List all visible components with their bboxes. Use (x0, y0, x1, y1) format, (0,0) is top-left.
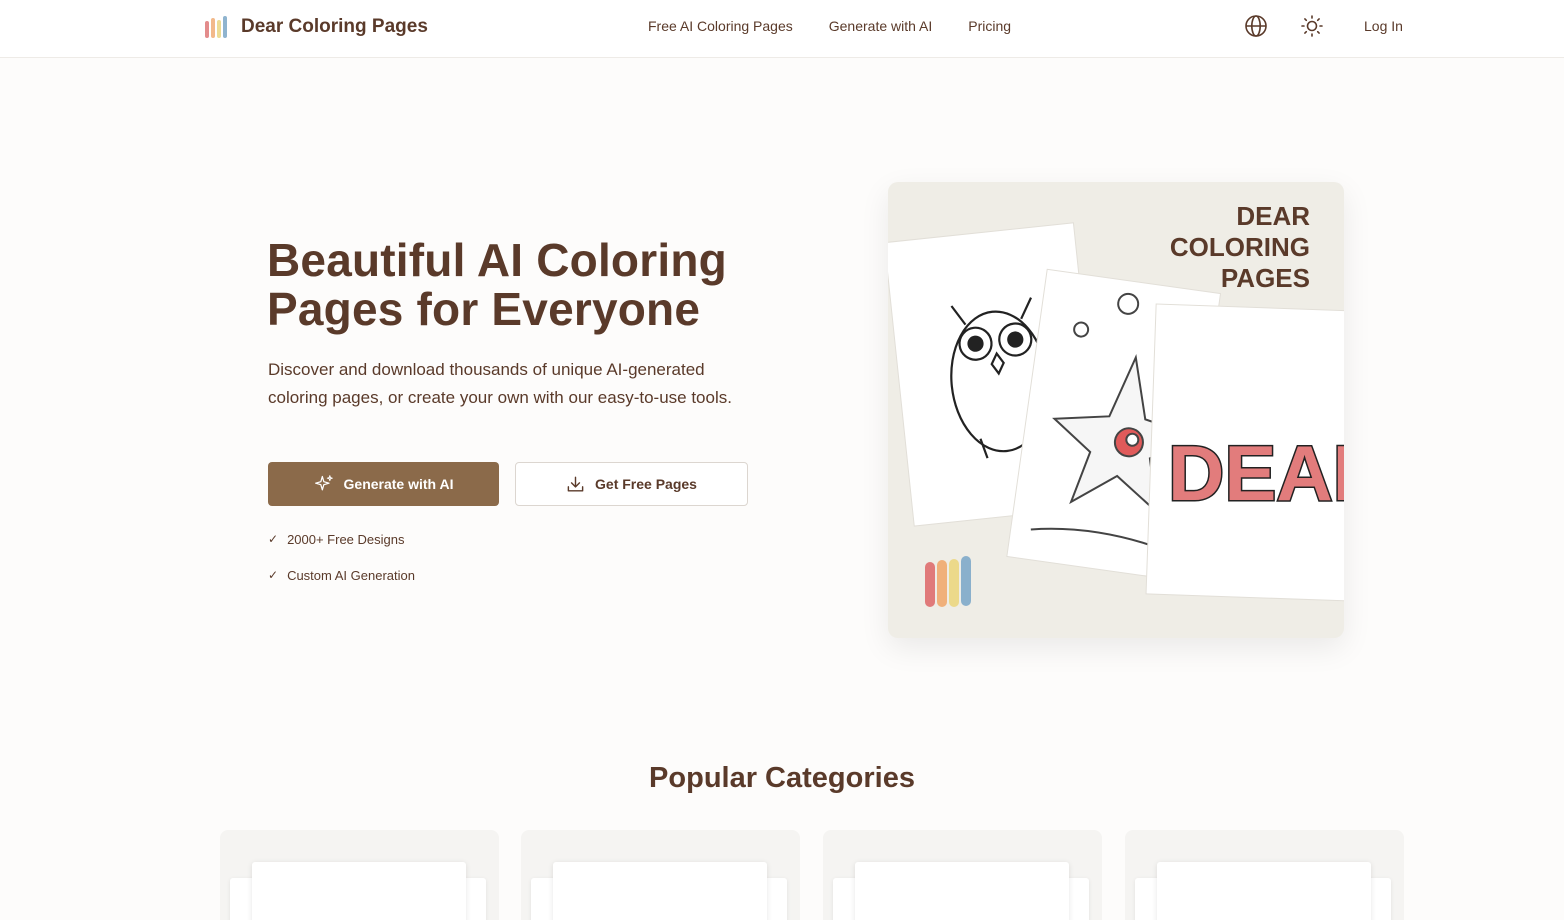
download-icon (567, 476, 584, 492)
brand-name: Dear Coloring Pages (241, 16, 428, 37)
nav-pricing[interactable]: Pricing (968, 18, 1011, 34)
check-icon: ✓ (268, 532, 279, 546)
check-icon: ✓ (268, 568, 279, 582)
collage-big-word: DEAR (1168, 429, 1344, 517)
get-free-pages-button[interactable]: Get Free Pages (515, 462, 748, 506)
globe-icon[interactable] (1244, 14, 1268, 38)
feature-label: 2000+ Free Designs (287, 532, 405, 547)
site-header: Dear Coloring Pages Free AI Coloring Pag… (0, 0, 1564, 58)
category-card[interactable] (521, 830, 800, 920)
collage-line3: PAGES (1221, 263, 1310, 293)
paper-front (855, 862, 1069, 920)
brand-logo[interactable]: Dear Coloring Pages (205, 14, 428, 40)
main-nav: Free AI Coloring Pages Generate with AI … (648, 18, 1011, 34)
sparkles-icon (314, 475, 333, 491)
paper-front (553, 862, 767, 920)
feature-item: ✓ 2000+ Free Designs (268, 532, 405, 547)
generate-with-ai-label: Generate with AI (343, 476, 454, 492)
hero-title: Beautiful AI Coloring Pages for Everyone (267, 234, 727, 335)
get-free-pages-label: Get Free Pages (595, 476, 697, 492)
categories-title: Popular Categories (649, 762, 915, 794)
feature-label: Custom AI Generation (287, 568, 415, 583)
hero-illustration: DEAR COLORING PAGES DEAR (888, 182, 1344, 638)
category-card[interactable] (1125, 830, 1404, 920)
feature-item: ✓ Custom AI Generation (268, 568, 415, 583)
login-link[interactable]: Log In (1364, 18, 1403, 34)
nav-free-coloring-pages[interactable]: Free AI Coloring Pages (648, 18, 793, 34)
sun-icon[interactable] (1300, 14, 1324, 38)
category-card[interactable] (823, 830, 1102, 920)
collage-line1: DEAR (1236, 201, 1310, 231)
paper-front (1157, 862, 1371, 920)
nav-generate-with-ai[interactable]: Generate with AI (829, 18, 933, 34)
paper-front (252, 862, 466, 920)
category-card[interactable] (220, 830, 499, 920)
collage-logo-bars (925, 556, 971, 607)
hero-description: Discover and download thousands of uniqu… (268, 360, 732, 407)
collage-line2: COLORING (1170, 232, 1310, 262)
coloring-pages-collage: DEAR COLORING PAGES DEAR (888, 201, 1344, 607)
generate-with-ai-button[interactable]: Generate with AI (268, 462, 499, 506)
logo-bars-icon (205, 16, 227, 38)
